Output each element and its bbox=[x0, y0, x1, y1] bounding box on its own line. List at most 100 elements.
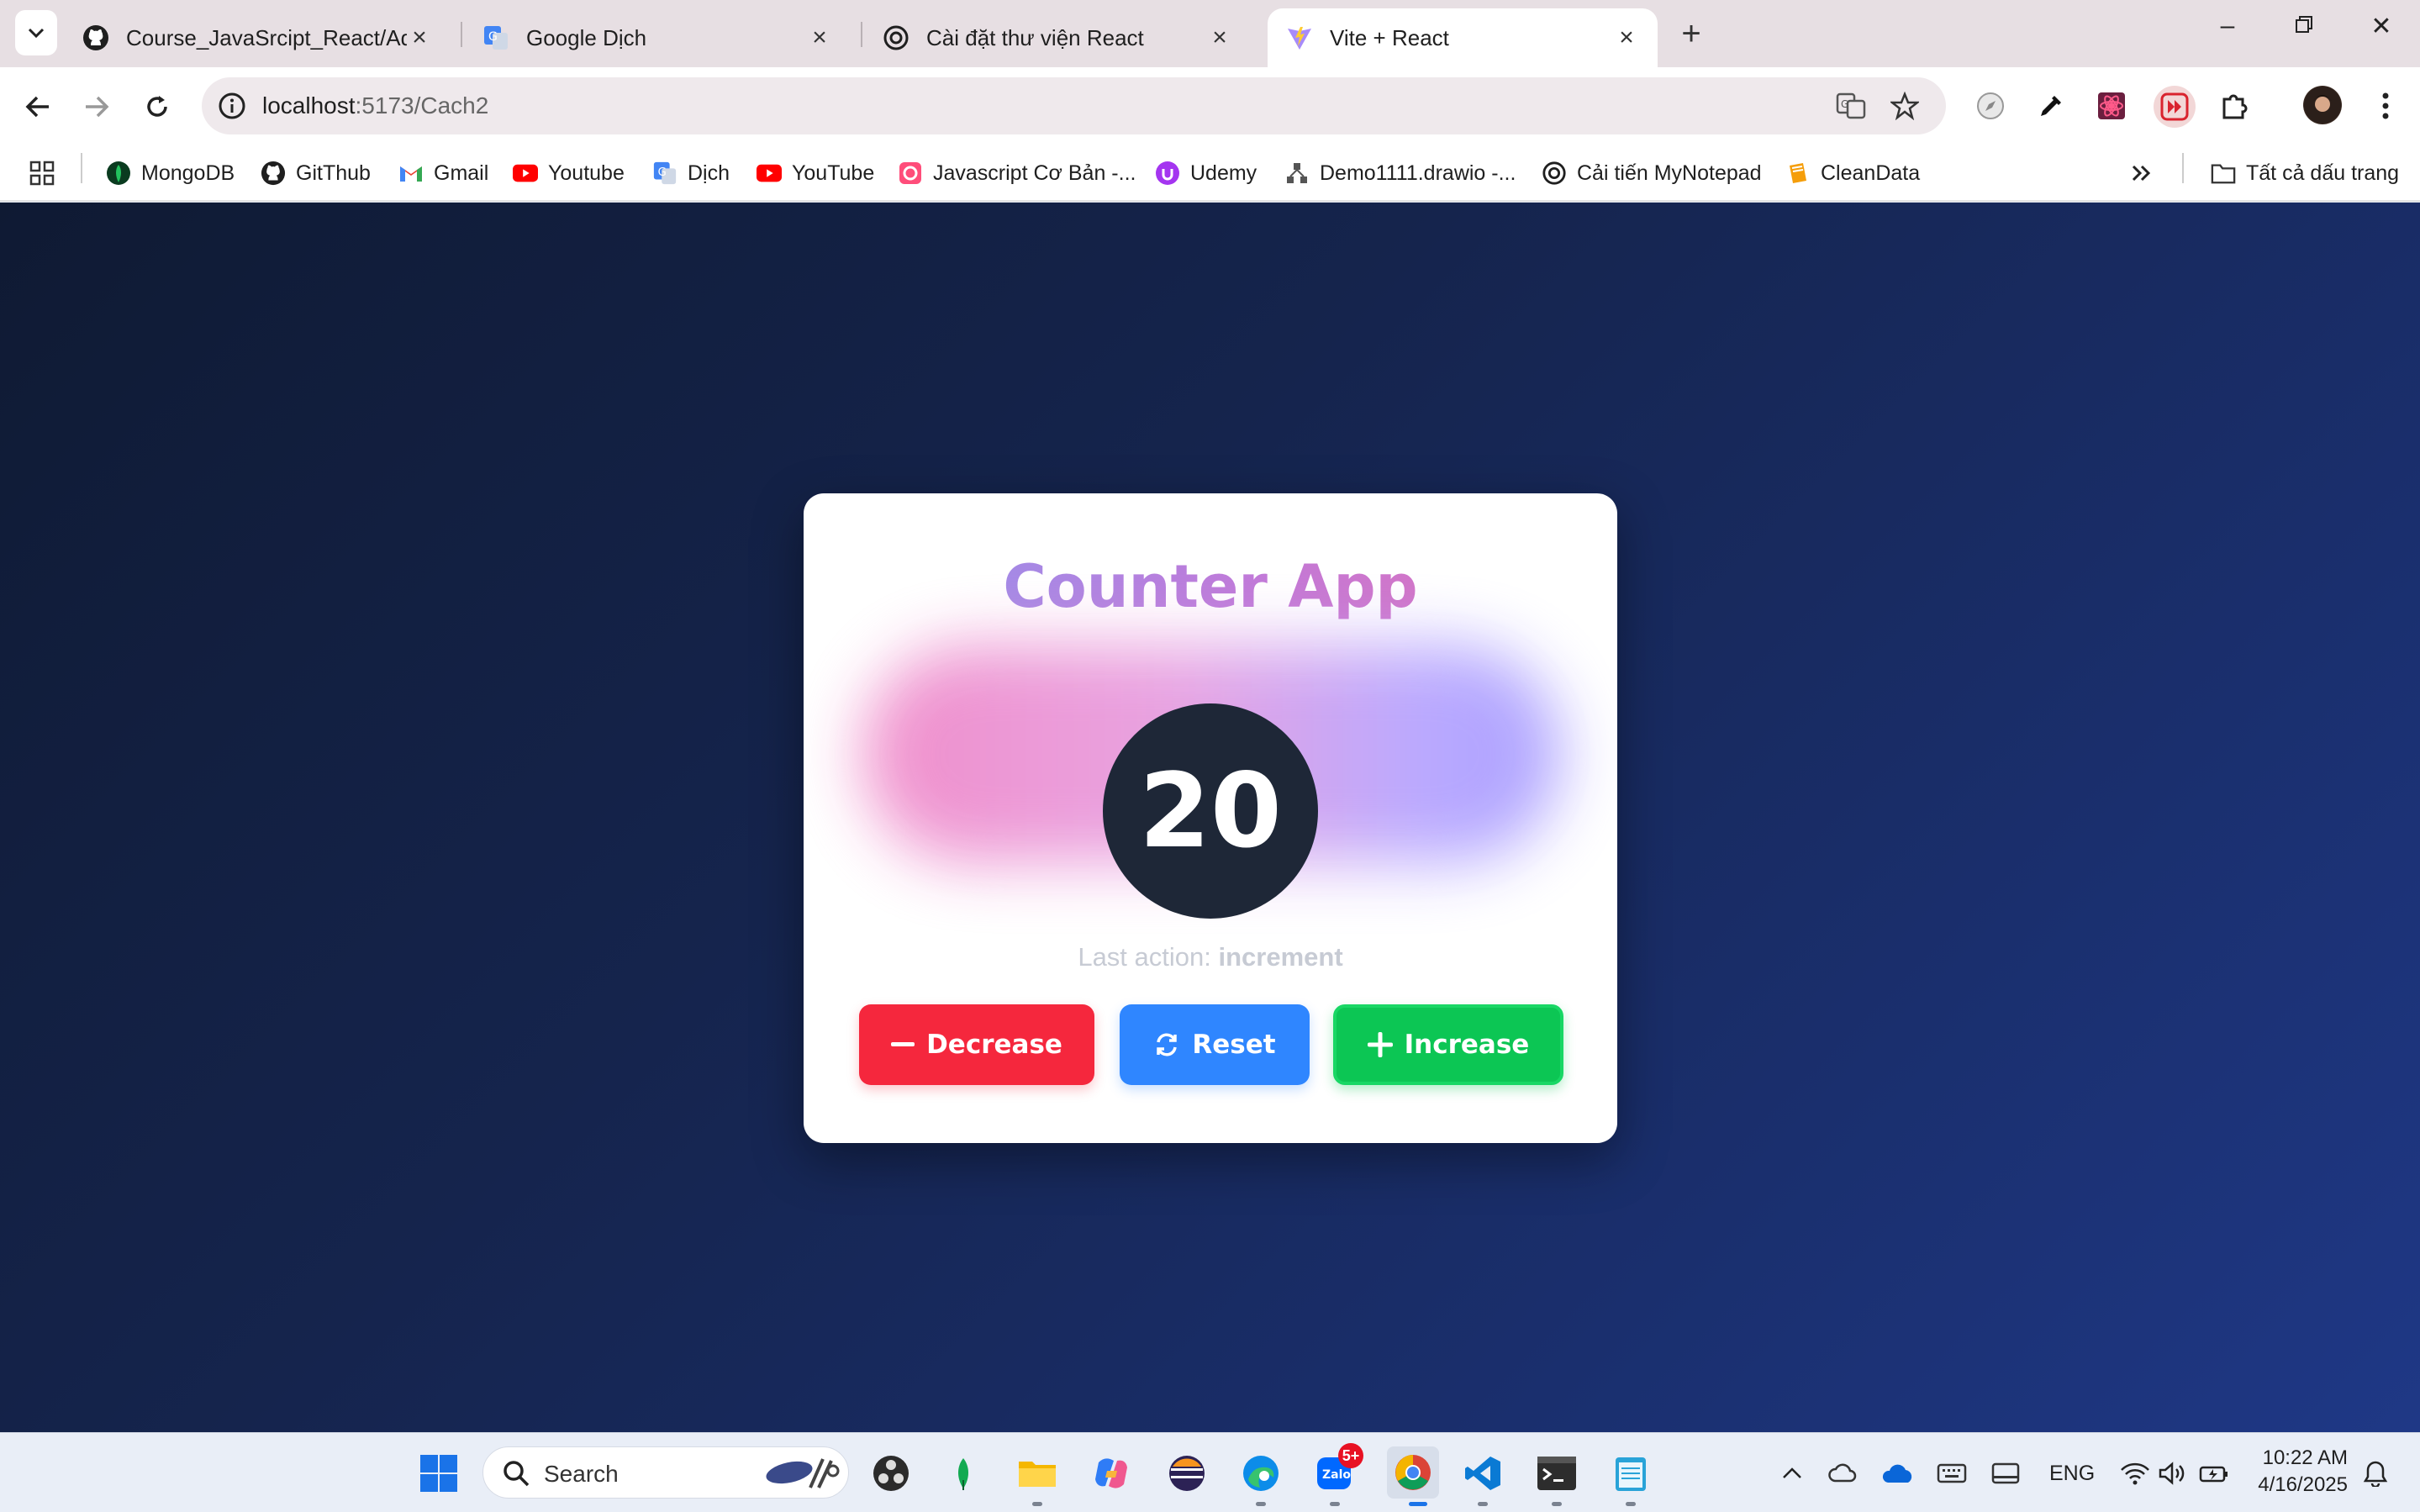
chrome-icon[interactable] bbox=[1387, 1446, 1439, 1499]
windows-taskbar: Search Zalo 5+ ENG 10:22 AM 4/16/2025 bbox=[0, 1432, 2420, 1512]
close-icon[interactable]: × bbox=[1207, 24, 1232, 52]
zalo-icon[interactable]: Zalo 5+ bbox=[1313, 1443, 1363, 1495]
browser-toolbar: localhost:5173/Cach2 G bbox=[0, 67, 2420, 145]
running-indicator bbox=[1626, 1502, 1636, 1506]
restore-button[interactable] bbox=[2283, 12, 2325, 40]
close-icon[interactable]: × bbox=[807, 24, 832, 52]
openai-icon bbox=[883, 24, 909, 51]
site-info-icon[interactable] bbox=[217, 91, 247, 121]
new-tab-button[interactable]: + bbox=[1673, 15, 1710, 53]
search-icon bbox=[504, 1461, 530, 1487]
tab-search-button[interactable] bbox=[15, 10, 57, 55]
more-menu-icon[interactable] bbox=[2367, 87, 2404, 124]
edge-icon[interactable] bbox=[1239, 1451, 1283, 1495]
bookmark-label: CleanData bbox=[1821, 161, 1921, 185]
tab-cai-dat-react[interactable]: Cài đặt thư viện React × bbox=[864, 8, 1251, 67]
drawio-icon bbox=[1284, 161, 1310, 186]
bookmark-udemy[interactable]: Udemy bbox=[1155, 156, 1257, 190]
eyedropper-extension-icon[interactable] bbox=[2032, 87, 2069, 124]
terminal-icon[interactable] bbox=[1535, 1451, 1579, 1495]
taskbar-search[interactable]: Search bbox=[482, 1446, 849, 1499]
bookmark-dich[interactable]: G Dịch bbox=[652, 156, 730, 190]
youtube-icon bbox=[513, 161, 538, 186]
obs-icon[interactable] bbox=[869, 1451, 913, 1495]
extensions-puzzle-icon[interactable] bbox=[2216, 87, 2253, 124]
svg-text:G: G bbox=[1841, 98, 1848, 110]
clock-time: 10:22 AM bbox=[2262, 1446, 2348, 1469]
bookmark-icon bbox=[898, 161, 923, 186]
language-indicator[interactable]: ENG bbox=[2049, 1462, 2095, 1486]
more-bookmarks-button[interactable] bbox=[2130, 156, 2154, 190]
close-window-button[interactable]: ✕ bbox=[2360, 12, 2402, 41]
bookmark-javascript[interactable]: Javascript Cơ Bản -... bbox=[898, 156, 1136, 190]
bookmark-label: Demo1111.drawio -... bbox=[1320, 161, 1516, 185]
bookmark-label: Gmail bbox=[434, 161, 489, 185]
notification-icon[interactable] bbox=[2354, 1451, 2397, 1495]
bookmark-cleandata[interactable]: CleanData bbox=[1785, 156, 1920, 190]
translate-page-icon[interactable]: G bbox=[1834, 89, 1868, 123]
decrease-label: Decrease bbox=[926, 1030, 1062, 1060]
profile-avatar[interactable] bbox=[2303, 86, 2342, 124]
notepad-icon[interactable] bbox=[1609, 1451, 1653, 1495]
increase-button[interactable]: Increase bbox=[1333, 1004, 1563, 1085]
bookmark-separator bbox=[81, 153, 82, 183]
url-path: :5173/Cach2 bbox=[355, 92, 489, 119]
close-icon[interactable]: × bbox=[1614, 24, 1639, 52]
bookmark-github[interactable]: GitThub bbox=[261, 156, 371, 190]
all-bookmarks-folder[interactable]: Tất cả dấu trang bbox=[2211, 156, 2399, 190]
minus-icon bbox=[891, 1042, 915, 1047]
mongodb-compass-icon[interactable] bbox=[941, 1451, 985, 1495]
volume-icon[interactable] bbox=[2150, 1451, 2194, 1495]
decrease-button[interactable]: Decrease bbox=[859, 1004, 1094, 1085]
bookmark-icon bbox=[1785, 161, 1811, 186]
close-icon[interactable]: × bbox=[407, 24, 432, 52]
arrow-left-icon bbox=[25, 96, 49, 118]
tab-vite-react[interactable]: Vite + React × bbox=[1268, 8, 1658, 67]
bookmark-mongodb[interactable]: MongoDB bbox=[106, 156, 235, 190]
tab-course[interactable]: Course_JavaSrcipt_React/Admin × bbox=[64, 8, 451, 67]
taskbar-clock[interactable]: 10:22 AM 4/16/2025 bbox=[2258, 1445, 2348, 1499]
vscode-icon[interactable] bbox=[1461, 1451, 1505, 1495]
onedrive-icon[interactable] bbox=[1876, 1451, 1920, 1495]
bookmark-youtube[interactable]: Youtube bbox=[513, 156, 625, 190]
tab-title: Course_JavaSrcipt_React/Admin bbox=[126, 24, 407, 50]
keyboard-icon[interactable] bbox=[1930, 1451, 1974, 1495]
tab-strip: Course_JavaSrcipt_React/Admin × G Google… bbox=[0, 0, 2420, 67]
react-devtools-extension-icon[interactable] bbox=[2093, 87, 2130, 124]
last-action-value: increment bbox=[1218, 942, 1343, 972]
folder-icon bbox=[2211, 161, 2236, 186]
sync-cloud-icon[interactable] bbox=[1821, 1451, 1864, 1495]
apps-grid-icon bbox=[29, 161, 55, 186]
battery-icon[interactable] bbox=[2192, 1451, 2236, 1495]
tab-google-dich[interactable]: G Google Dịch × bbox=[464, 8, 851, 67]
apps-grid-button[interactable] bbox=[29, 156, 55, 190]
reload-icon bbox=[147, 96, 167, 117]
google-translate-icon: G bbox=[652, 161, 677, 186]
eclipse-icon[interactable] bbox=[1165, 1451, 1209, 1495]
forward-button[interactable] bbox=[76, 86, 118, 128]
compass-extension-icon[interactable] bbox=[1972, 87, 2009, 124]
bookmark-label: YouTube bbox=[792, 161, 875, 185]
chevron-up-icon[interactable] bbox=[1770, 1451, 1814, 1495]
bookmark-drawio[interactable]: Demo1111.drawio -... bbox=[1284, 156, 1516, 190]
tablet-mode-icon[interactable] bbox=[1984, 1451, 2027, 1495]
video-extension-icon[interactable] bbox=[2154, 86, 2196, 128]
bookmark-star-icon[interactable] bbox=[1888, 89, 1922, 123]
address-bar[interactable]: localhost:5173/Cach2 G bbox=[202, 77, 1946, 134]
reset-button[interactable]: Reset bbox=[1120, 1004, 1310, 1085]
reset-label: Reset bbox=[1192, 1030, 1276, 1060]
url-text: localhost:5173/Cach2 bbox=[262, 92, 488, 119]
bookmark-label: Youtube bbox=[548, 161, 625, 185]
copilot-icon[interactable] bbox=[1089, 1451, 1133, 1495]
url-host: localhost bbox=[262, 92, 356, 119]
minimize-button[interactable]: – bbox=[2206, 12, 2249, 40]
file-explorer-icon[interactable] bbox=[1015, 1451, 1059, 1495]
tab-separator bbox=[461, 22, 462, 47]
reload-button[interactable] bbox=[136, 86, 178, 128]
bookmark-youtube-2[interactable]: YouTube bbox=[757, 156, 874, 190]
bookmark-label: Dịch bbox=[688, 161, 730, 185]
bookmark-mynotepad[interactable]: Cải tiến MyNotepad bbox=[1542, 156, 1762, 190]
bookmark-gmail[interactable]: Gmail bbox=[398, 156, 488, 190]
windows-start-icon[interactable] bbox=[417, 1451, 461, 1495]
back-button[interactable] bbox=[17, 86, 59, 128]
